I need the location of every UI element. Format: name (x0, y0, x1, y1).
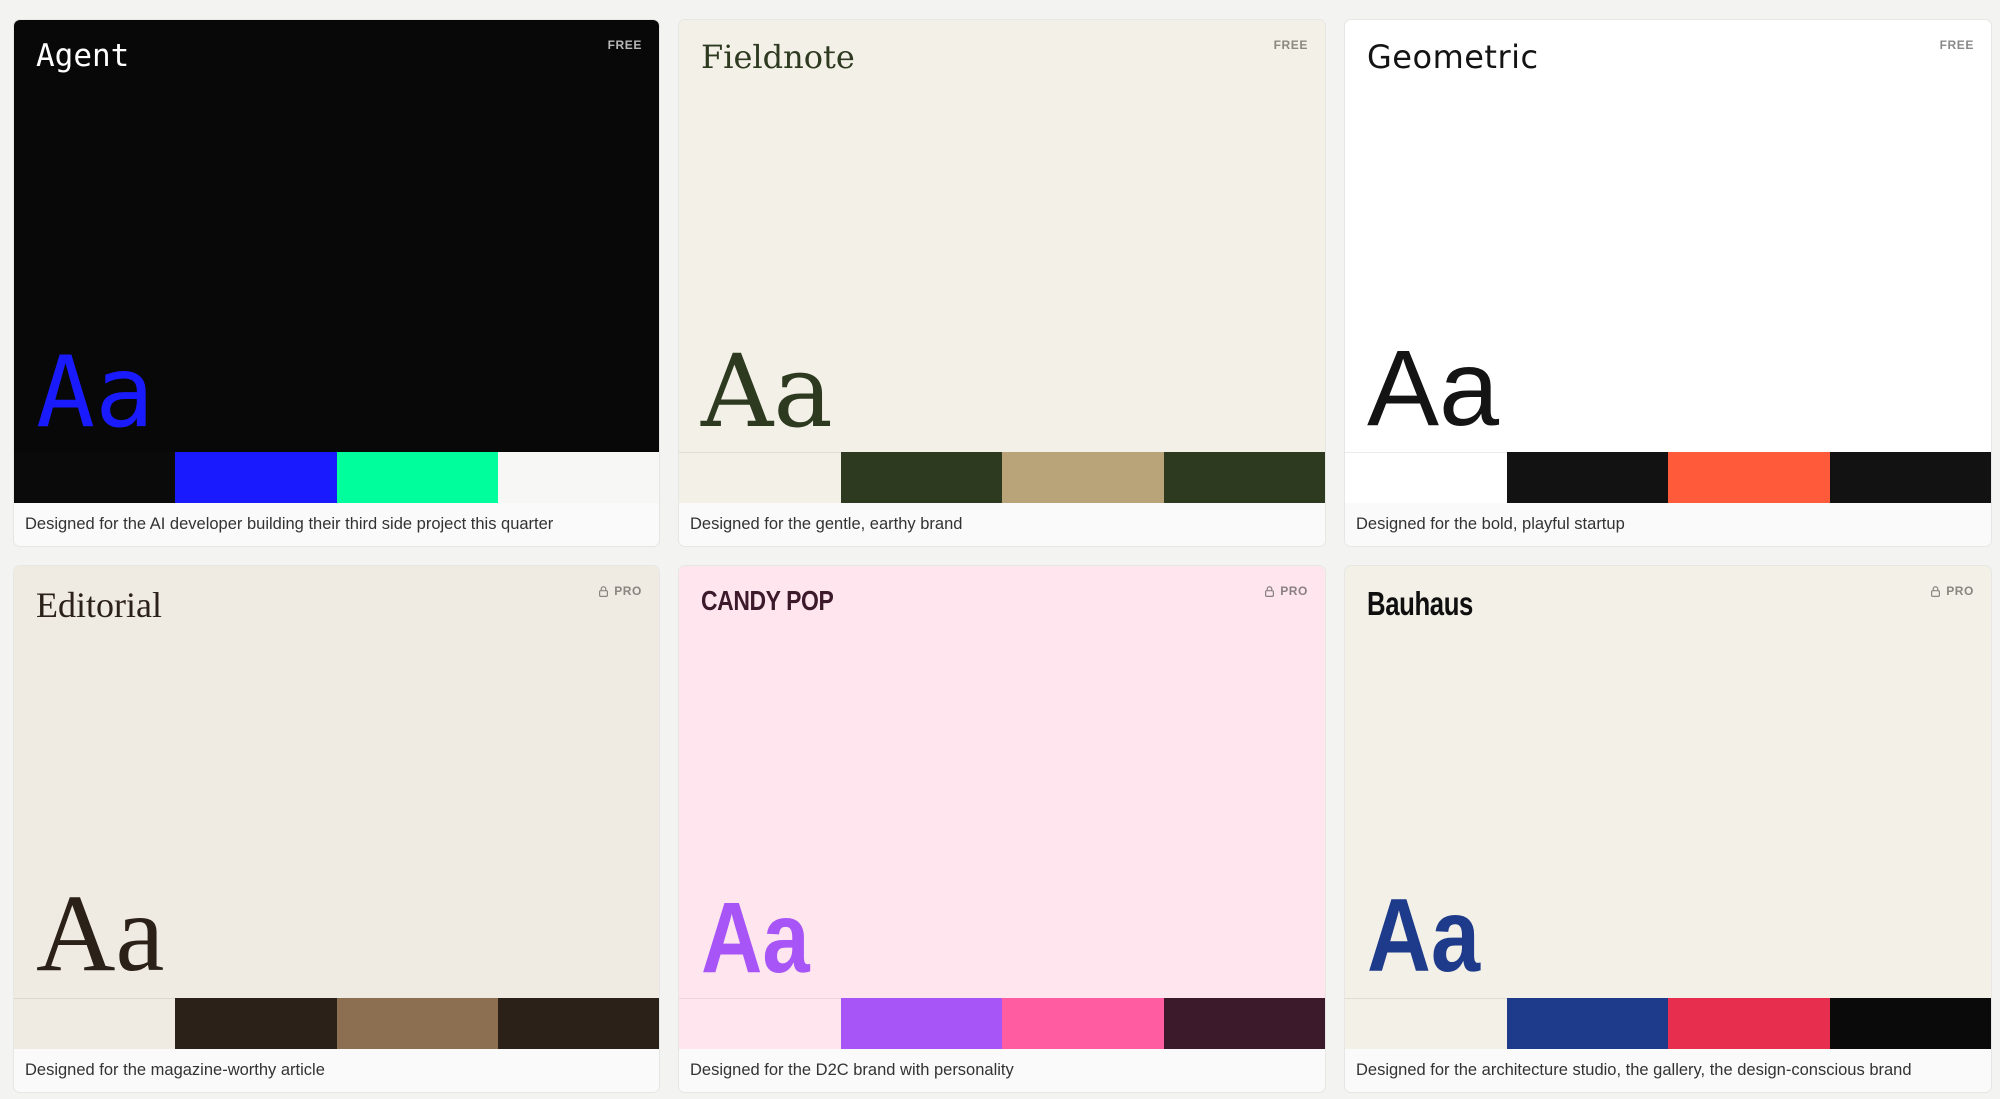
theme-description: Designed for the AI developer building t… (14, 503, 659, 545)
color-swatch (1002, 452, 1164, 503)
tier-badge: FREE (1940, 38, 1974, 52)
color-palette (679, 998, 1325, 1049)
color-swatch (1668, 998, 1830, 1049)
color-swatch (497, 998, 659, 1049)
color-swatch (1668, 452, 1830, 503)
color-swatch (14, 452, 176, 503)
color-swatch (1345, 452, 1507, 503)
color-swatch (1345, 998, 1507, 1049)
tier-badge: PRO (597, 584, 642, 598)
type-sample: Aa (701, 333, 833, 450)
theme-name: CANDY POP (701, 585, 834, 616)
color-palette (1345, 452, 1991, 503)
theme-preview: CANDY POP PRO Aa (679, 566, 1325, 998)
type-sample: Aa (36, 872, 165, 994)
theme-description: Designed for the gentle, earthy brand (679, 503, 1325, 545)
theme-card-geometric[interactable]: Geometric FREE Aa Designed for the bold,… (1345, 20, 1991, 546)
color-swatch (1829, 998, 1991, 1049)
color-swatch (336, 452, 498, 503)
theme-name: Fieldnote (701, 38, 855, 76)
theme-preview: Agent FREE Aa (14, 20, 659, 452)
color-swatch (840, 452, 1002, 503)
color-swatch (497, 452, 659, 503)
tier-badge: FREE (1274, 38, 1308, 52)
type-sample: Aa (1367, 878, 1481, 994)
tier-label: FREE (1273, 38, 1308, 52)
theme-description: Designed for the magazine-worthy article (14, 1049, 659, 1091)
theme-preview: Fieldnote FREE Aa (679, 20, 1325, 452)
color-palette (14, 452, 659, 503)
color-swatch (1163, 998, 1325, 1049)
theme-description: Designed for the D2C brand with personal… (679, 1049, 1325, 1091)
theme-preview: Bauhaus PRO Aa (1345, 566, 1991, 998)
type-sample: Aa (1367, 327, 1500, 448)
theme-description: Designed for the architecture studio, th… (1345, 1049, 1991, 1091)
tier-label: PRO (614, 584, 642, 598)
color-swatch (679, 452, 841, 503)
color-swatch (175, 452, 337, 503)
color-palette (14, 998, 659, 1049)
color-palette (1345, 998, 1991, 1049)
theme-card-bauhaus[interactable]: Bauhaus PRO Aa Designed for the architec… (1345, 566, 1991, 1092)
theme-card-fieldnote[interactable]: Fieldnote FREE Aa Designed for the gentl… (679, 20, 1325, 546)
tier-label: PRO (1946, 584, 1974, 598)
tier-badge: PRO (1263, 584, 1308, 598)
color-swatch (14, 998, 176, 1049)
theme-name: Geometric (1367, 38, 1539, 76)
color-swatch (1163, 452, 1325, 503)
theme-grid: Agent FREE Aa Designed for the AI develo… (14, 20, 1992, 1092)
color-swatch (840, 998, 1002, 1049)
color-palette (679, 452, 1325, 503)
lock-icon (1265, 585, 1275, 597)
theme-name: Agent (36, 38, 130, 74)
lock-icon (1931, 585, 1941, 597)
color-swatch (175, 998, 337, 1049)
theme-description: Designed for the bold, playful startup (1345, 503, 1991, 545)
tier-badge: PRO (1929, 584, 1974, 598)
color-swatch (1506, 452, 1668, 503)
color-swatch (1829, 452, 1991, 503)
theme-card-candy-pop[interactable]: CANDY POP PRO Aa Designed for the D2C br… (679, 566, 1325, 1092)
color-swatch (679, 998, 841, 1049)
lock-icon (599, 585, 609, 597)
tier-label: PRO (1280, 584, 1308, 598)
tier-badge: FREE (608, 38, 642, 52)
theme-preview: Editorial PRO Aa (14, 566, 659, 998)
color-swatch (1506, 998, 1668, 1049)
color-swatch (336, 998, 498, 1049)
color-swatch (1002, 998, 1164, 1049)
type-sample: Aa (701, 882, 810, 994)
tier-label: FREE (1939, 38, 1974, 52)
type-sample: Aa (36, 336, 155, 450)
theme-card-editorial[interactable]: Editorial PRO Aa Designed for the magazi… (14, 566, 659, 1092)
theme-name: Editorial (36, 585, 162, 625)
theme-name: Bauhaus (1367, 585, 1473, 622)
theme-card-agent[interactable]: Agent FREE Aa Designed for the AI develo… (14, 20, 659, 546)
theme-preview: Geometric FREE Aa (1345, 20, 1991, 452)
tier-label: FREE (607, 38, 642, 52)
